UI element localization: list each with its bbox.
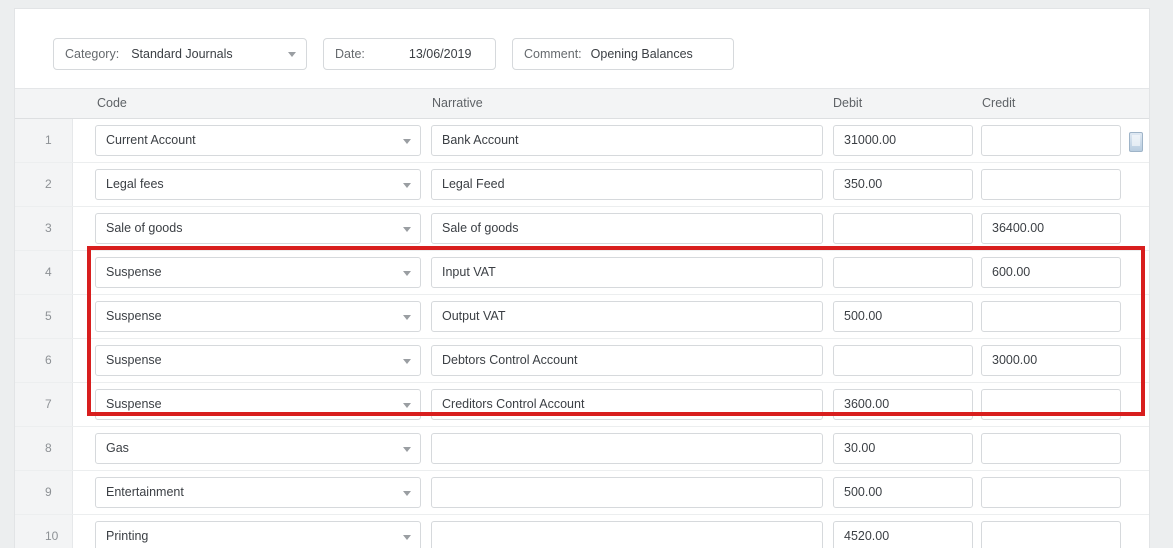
table-row[interactable]: 4 Suspense Input VAT 600.00 [15,251,1149,295]
narrative-input[interactable]: Input VAT [431,257,823,288]
code-select[interactable]: Printing [95,521,421,548]
code-select[interactable]: Suspense [95,345,421,376]
chevron-down-icon [403,315,411,320]
debit-input[interactable]: 500.00 [833,301,973,332]
chevron-down-icon [403,227,411,232]
category-value: Standard Journals [119,47,232,61]
debit-input[interactable]: 4520.00 [833,521,973,548]
narrative-input[interactable]: Sale of goods [431,213,823,244]
debit-input[interactable]: 31000.00 [833,125,973,156]
chevron-down-icon [403,535,411,540]
comment-label: Comment: [513,47,582,61]
chevron-down-icon [288,52,296,57]
row-number: 1 [15,119,73,162]
row-number: 4 [15,251,73,294]
chevron-down-icon [403,271,411,276]
code-select[interactable]: Suspense [95,301,421,332]
date-value: 13/06/2019 [365,47,472,61]
code-select[interactable]: Suspense [95,257,421,288]
chevron-down-icon [403,139,411,144]
code-select[interactable]: Sale of goods [95,213,421,244]
row-number: 9 [15,471,73,514]
column-header-narrative: Narrative [432,89,483,118]
code-select[interactable]: Entertainment [95,477,421,508]
credit-input[interactable] [981,125,1121,156]
narrative-input[interactable]: Debtors Control Account [431,345,823,376]
chevron-down-icon [403,447,411,452]
debit-input[interactable] [833,213,973,244]
narrative-input[interactable]: Creditors Control Account [431,389,823,420]
table-row[interactable]: 2 Legal fees Legal Feed 350.00 [15,163,1149,207]
row-number: 5 [15,295,73,338]
journal-toolbar: Category: Standard Journals Date: 13/06/… [15,9,1149,77]
grid-body: 1 Current Account Bank Account 31000.00 2 Leg… [15,119,1149,548]
journal-entry-card: Category: Standard Journals Date: 13/06/… [14,8,1150,548]
narrative-input[interactable]: Legal Feed [431,169,823,200]
narrative-input[interactable] [431,477,823,508]
narrative-input[interactable] [431,521,823,548]
table-row[interactable]: 1 Current Account Bank Account 31000.00 [15,119,1149,163]
debit-input[interactable]: 500.00 [833,477,973,508]
table-row[interactable]: 7 Suspense Creditors Control Account 3600.0… [15,383,1149,427]
credit-input[interactable] [981,477,1121,508]
narrative-input[interactable]: Bank Account [431,125,823,156]
date-field[interactable]: Date: 13/06/2019 [323,38,496,70]
credit-input[interactable]: 3000.00 [981,345,1121,376]
column-header-debit: Debit [833,89,862,118]
narrative-input[interactable]: Output VAT [431,301,823,332]
category-label: Category: [54,47,119,61]
chevron-down-icon [403,183,411,188]
debit-input[interactable]: 3600.00 [833,389,973,420]
credit-input[interactable]: 36400.00 [981,213,1121,244]
comment-field[interactable]: Comment: Opening Balances [512,38,734,70]
narrative-input[interactable] [431,433,823,464]
row-number: 6 [15,339,73,382]
chevron-down-icon [403,403,411,408]
journal-lines-grid: Code Narrative Debit Credit 1 Current Acc… [15,88,1149,548]
row-number: 2 [15,163,73,206]
table-row[interactable]: 9 Entertainment 500.00 [15,471,1149,515]
debit-input[interactable] [833,345,973,376]
table-row[interactable]: 3 Sale of goods Sale of goods 36400.00 [15,207,1149,251]
credit-input[interactable] [981,169,1121,200]
credit-input[interactable] [981,433,1121,464]
row-number: 3 [15,207,73,250]
column-header-code: Code [97,89,127,118]
comment-value: Opening Balances [582,47,693,61]
code-select[interactable]: Current Account [95,125,421,156]
code-select[interactable]: Gas [95,433,421,464]
credit-input[interactable] [981,521,1121,548]
row-number: 7 [15,383,73,426]
credit-input[interactable] [981,301,1121,332]
grid-header-row: Code Narrative Debit Credit [15,88,1149,119]
chevron-down-icon [403,359,411,364]
code-select[interactable]: Suspense [95,389,421,420]
table-row[interactable]: 5 Suspense Output VAT 500.00 [15,295,1149,339]
table-row[interactable]: 6 Suspense Debtors Control Account 3000.00 [15,339,1149,383]
category-select[interactable]: Category: Standard Journals [53,38,307,70]
debit-input[interactable] [833,257,973,288]
chevron-down-icon [403,491,411,496]
date-label: Date: [324,47,365,61]
column-header-credit: Credit [982,89,1015,118]
code-select[interactable]: Legal fees [95,169,421,200]
credit-input[interactable]: 600.00 [981,257,1121,288]
debit-input[interactable]: 350.00 [833,169,973,200]
row-number: 8 [15,427,73,470]
debit-input[interactable]: 30.00 [833,433,973,464]
table-row[interactable]: 8 Gas 30.00 [15,427,1149,471]
vertical-scrollbar-thumb[interactable] [1129,132,1143,152]
credit-input[interactable] [981,389,1121,420]
